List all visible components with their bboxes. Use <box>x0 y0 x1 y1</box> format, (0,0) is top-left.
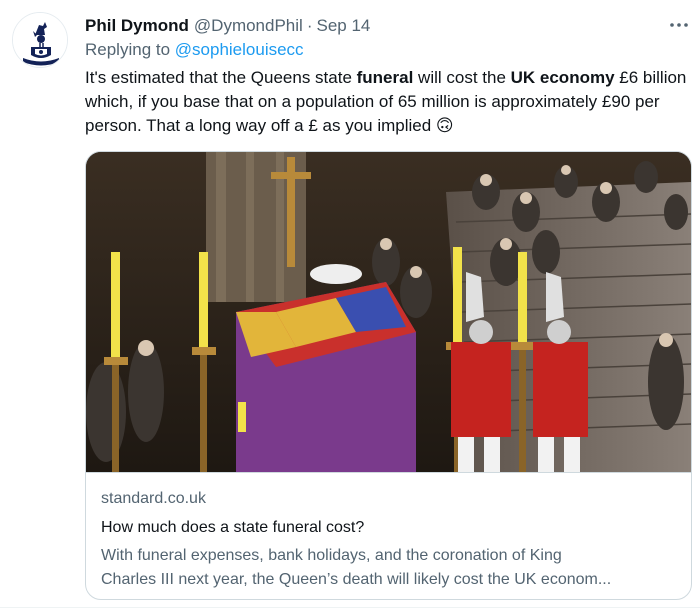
link-domain: standard.co.uk <box>101 490 206 507</box>
link-card-text[interactable]: standard.co.uk How much does a state fun… <box>86 472 691 599</box>
mention-link[interactable]: @sophielouisecc <box>175 40 304 59</box>
author-name[interactable]: Phil Dymond <box>85 16 189 36</box>
tweet-text-part: It's estimated that the Queens state <box>85 68 357 87</box>
link-title: How much does a state funeral cost? <box>101 519 365 536</box>
replying-to-label: Replying to <box>85 40 175 59</box>
link-description-line: Charles III next year, the Queen’s death… <box>101 571 612 588</box>
tweet-text-bold: funeral <box>356 68 414 87</box>
replying-to: Replying to @sophielouisecc <box>85 40 304 60</box>
cockerel-crest-icon <box>13 13 67 67</box>
upside-down-face-emoji: 🙃 <box>435 116 454 135</box>
tweet-text-part: will cost the <box>413 68 511 87</box>
avatar[interactable] <box>12 12 68 68</box>
link-card[interactable]: standard.co.uk How much does a state fun… <box>85 151 692 600</box>
state-funeral-photo[interactable] <box>86 152 691 472</box>
author-handle[interactable]: @DymondPhil <box>194 16 303 36</box>
tweet-header: Phil Dymond @DymondPhil · Sep 14 <box>85 15 686 37</box>
link-description: With funeral expenses, bank holidays, an… <box>101 544 676 592</box>
more-dots-icon[interactable] <box>666 12 692 38</box>
tweet-text: It's estimated that the Queens state fun… <box>85 66 693 138</box>
tweet[interactable]: Phil Dymond @DymondPhil · Sep 14 Replyin… <box>0 0 700 608</box>
tweet-text-bold: UK economy <box>510 68 615 87</box>
link-description-line: With funeral expenses, bank holidays, an… <box>101 547 562 564</box>
separator-dot: · <box>306 16 313 35</box>
tweet-date[interactable]: Sep 14 <box>316 16 370 36</box>
